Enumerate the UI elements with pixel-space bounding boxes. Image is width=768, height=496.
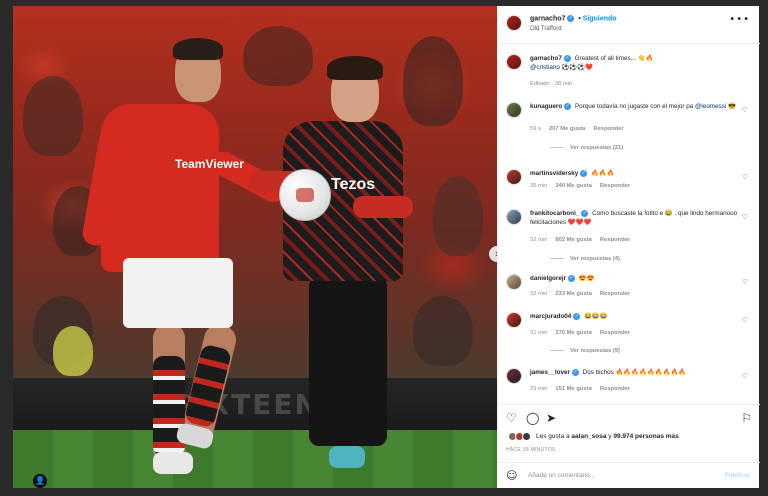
comment-icon[interactable]: ◯ (526, 411, 539, 425)
commenter-avatar[interactable] (506, 312, 522, 328)
comment-username[interactable]: kunaguero (530, 103, 562, 110)
verified-badge-icon: ✓ (567, 15, 575, 22)
bookmark-icon[interactable]: ⚐ (741, 411, 752, 425)
commenter-avatar[interactable] (506, 169, 522, 185)
comment-likes[interactable]: 233 Me gusta (555, 291, 591, 297)
tagged-users-icon[interactable]: 👤 (33, 474, 47, 488)
like-comment-heart-icon[interactable]: ♡ (742, 316, 748, 324)
add-comment-bar: ☺ Añade un comentario... Publicar (498, 462, 760, 488)
reply-button[interactable]: Responder (600, 237, 630, 243)
comment-input[interactable]: Añade un comentario... (528, 472, 595, 479)
comment-likes[interactable]: 270 Me gusta (555, 330, 591, 336)
post-actions: ♡ ◯ ➤ ⚐ Les gusta a aalan_sosa y 99.974 … (498, 404, 760, 456)
reply-button[interactable]: Responder (600, 330, 630, 336)
verified-badge-icon: ✓ (581, 209, 589, 217)
post-photo[interactable]: SIXTEEN TeamViewer Tezos › 👤 (13, 6, 497, 488)
football (279, 169, 331, 221)
author-avatar[interactable] (506, 15, 522, 31)
commenter-avatar[interactable] (506, 209, 522, 225)
caption-text: Greatest of all times... (574, 55, 638, 62)
comment-text: Dos bichos (582, 369, 614, 376)
send-icon[interactable]: ➤ (546, 411, 556, 425)
post-location[interactable]: Old Trafford (530, 26, 562, 32)
pitch-grass (13, 430, 497, 488)
reply-button[interactable]: Responder (600, 291, 630, 297)
verified-badge-icon: ✓ (573, 312, 581, 320)
likes-summary[interactable]: Les gusta a aalan_sosa y 99.974 personas… (536, 433, 679, 440)
verified-badge-icon: ✓ (568, 274, 576, 282)
comment-emoji: ❤️❤️❤️ (567, 219, 592, 226)
heart-icon[interactable]: ♡ (506, 411, 517, 425)
reply-button[interactable]: Responder (600, 386, 630, 392)
likes-user[interactable]: aalan_sosa (571, 433, 606, 440)
comment-mention[interactable]: @leomessi (695, 103, 726, 110)
verified-badge-icon: ✓ (564, 102, 572, 110)
advertising-board: SIXTEEN (13, 378, 497, 430)
comment-likes[interactable]: 340 Me gusta (555, 183, 591, 189)
likers-avatars[interactable] (508, 432, 532, 442)
comment-time[interactable]: 31 min (530, 330, 547, 336)
comment-emoji: 🔥🔥🔥 (591, 170, 615, 177)
comment-emoji: 😍😍 (578, 275, 595, 282)
comment-username[interactable]: marcjurado04 (530, 313, 571, 320)
comment-time[interactable]: 59 s (530, 126, 541, 132)
more-options-icon[interactable]: ••• (729, 14, 750, 25)
comment-emoji: 😂😂😂 (584, 313, 608, 320)
caption-mention[interactable]: @cristiano (530, 64, 560, 71)
reply-button[interactable]: Responder (593, 126, 623, 132)
comment-username[interactable]: martinsvidersky (530, 170, 578, 177)
emoji-picker-icon[interactable]: ☺ (506, 469, 517, 482)
like-comment-heart-icon[interactable]: ♡ (742, 106, 748, 114)
caption-tail: ⚽⚽⚽❤️ (561, 64, 593, 71)
view-replies-button[interactable]: Ver respuestas (9) (550, 348, 620, 354)
garnacho-shirt-sponsor: Tezos (331, 176, 376, 193)
comment-text: Porque todavía no jugaste con el mejor p… (574, 103, 694, 110)
publish-button[interactable]: Publicar (724, 472, 750, 479)
view-replies-button[interactable]: Ver respuestas (4) (550, 256, 620, 262)
reply-button[interactable]: Responder (600, 183, 630, 189)
comment-time[interactable]: 29 min (530, 386, 547, 392)
comment-username[interactable]: danielgorejr (530, 275, 566, 282)
author-avatar[interactable] (506, 54, 522, 70)
caption-meta: Editado · 38 min (530, 81, 573, 87)
post-sidebar: garnacho7 ✓ • Siguiendo Old Trafford ••• … (497, 6, 760, 488)
comment-username[interactable]: frankitocarboni_ (530, 210, 579, 217)
view-replies-button[interactable]: Ver respuestas (21) (550, 145, 623, 151)
comment-likes[interactable]: 802 Me gusta (555, 237, 591, 243)
post-time-ago: HACE 38 MINUTOS (506, 447, 556, 453)
ronaldo-shirt-sponsor: TeamViewer (175, 157, 244, 171)
comment-time[interactable]: 32 min (530, 237, 547, 243)
like-comment-heart-icon[interactable]: ♡ (742, 213, 748, 221)
commenter-avatar[interactable] (506, 274, 522, 290)
verified-badge-icon: ✓ (571, 368, 579, 376)
like-comment-heart-icon[interactable]: ♡ (742, 372, 748, 380)
post-header: garnacho7 ✓ • Siguiendo Old Trafford ••• (498, 6, 760, 44)
comment-username[interactable]: james__lover (530, 369, 570, 376)
comment-emoji: 🔥🔥🔥🔥🔥🔥🔥🔥🔥 (615, 369, 687, 376)
comment-emoji: 😎 (728, 103, 736, 110)
likes-count[interactable]: 99.974 personas más (613, 433, 678, 440)
caption-username[interactable]: garnacho7 (530, 55, 562, 62)
caption-emoji: 👋🔥 (637, 55, 654, 62)
commenter-avatar[interactable] (506, 102, 522, 118)
author-username[interactable]: garnacho7 (530, 15, 565, 22)
comment-time[interactable]: 35 min (530, 183, 547, 189)
like-comment-heart-icon[interactable]: ♡ (742, 278, 748, 286)
like-comment-heart-icon[interactable]: ♡ (742, 173, 748, 181)
verified-badge-icon: ✓ (580, 169, 588, 177)
verified-badge-icon: ✓ (563, 54, 571, 62)
comment-likes[interactable]: 207 Me gusta (549, 126, 585, 132)
comment-time[interactable]: 32 min (530, 291, 547, 297)
commenter-avatar[interactable] (506, 368, 522, 384)
following-button[interactable]: Siguiendo (583, 15, 617, 22)
comment-likes[interactable]: 151 Me gusta (555, 386, 591, 392)
